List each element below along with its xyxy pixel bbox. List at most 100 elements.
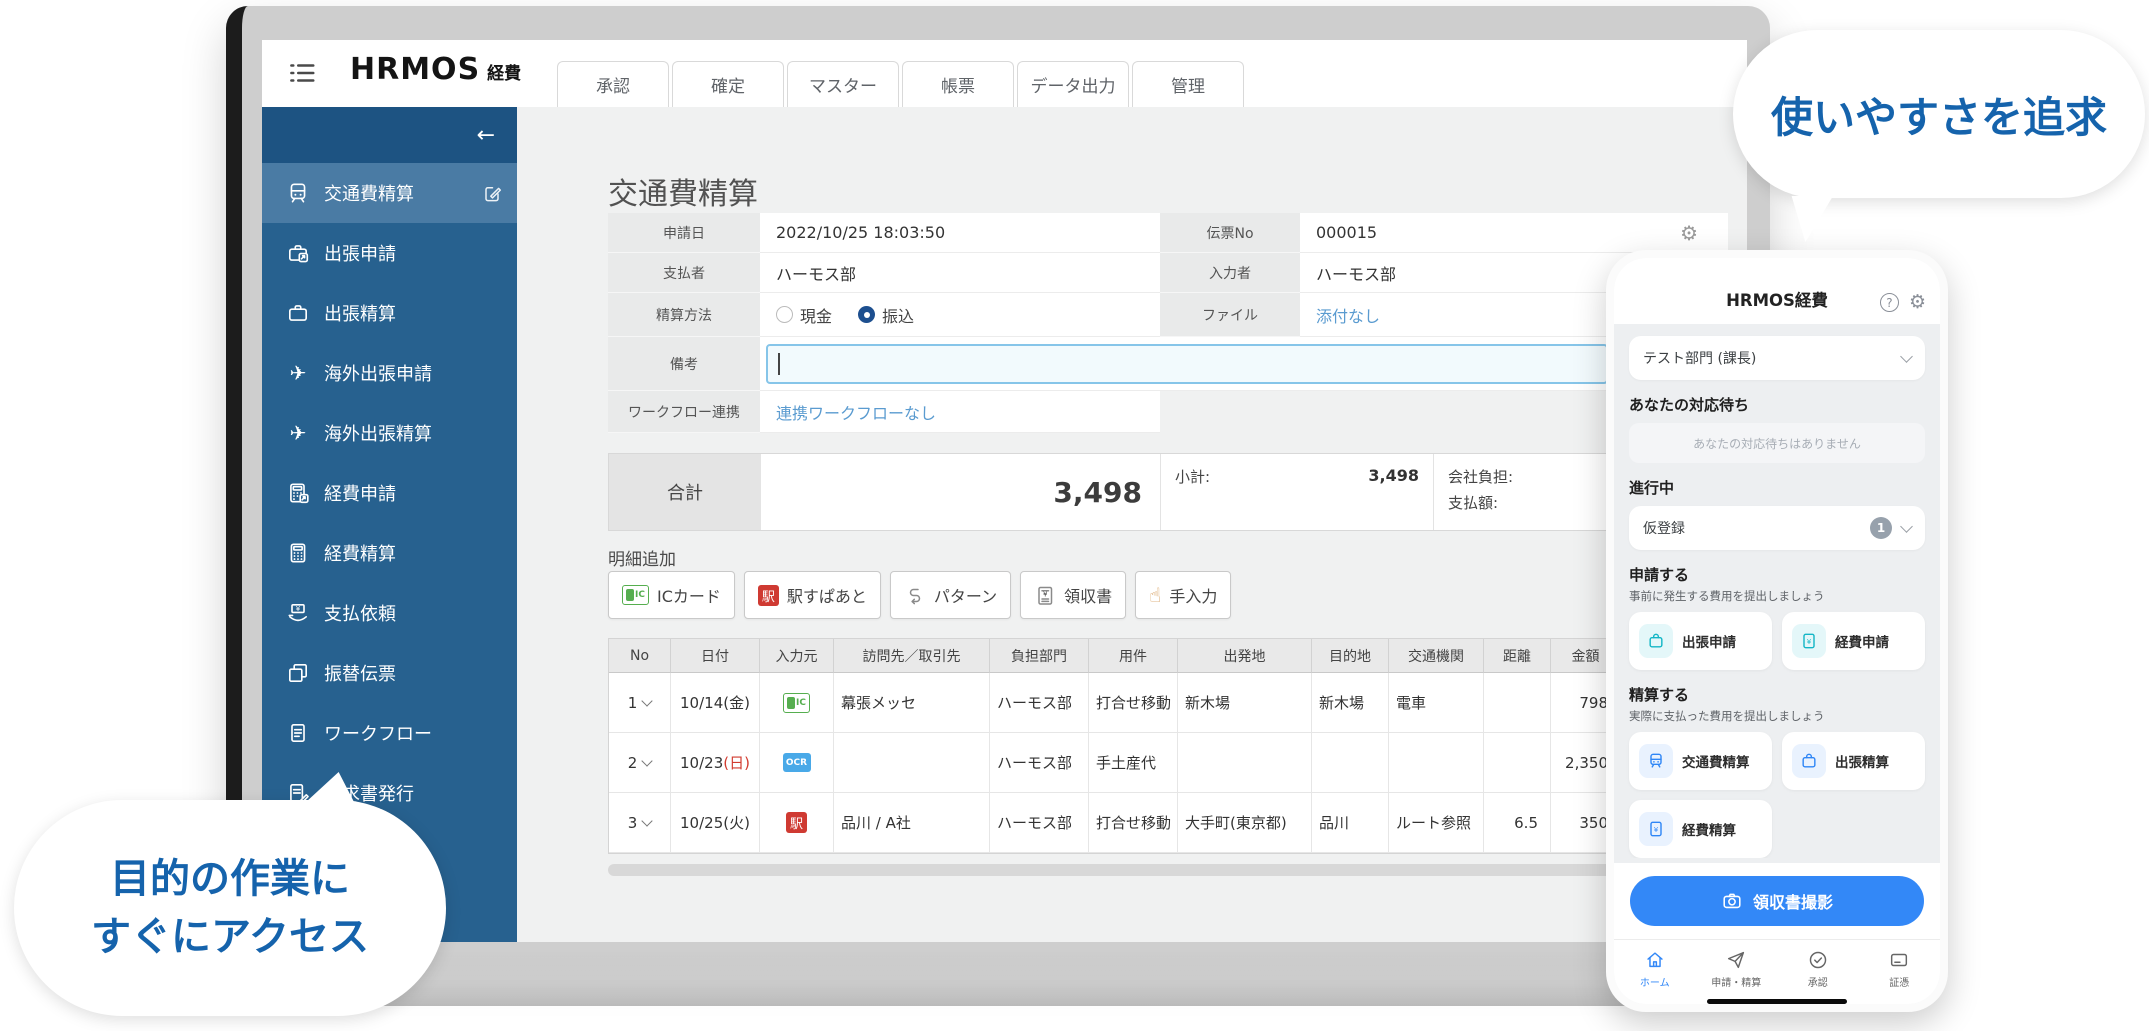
sidebar-item-trip-settle[interactable]: 出張精算: [262, 283, 517, 343]
phone-header: HRMOS経費 ? ⚙: [1614, 258, 1940, 324]
payer-label: 支払者: [608, 253, 760, 293]
phone-screen: HRMOS経費 ? ⚙ テスト部門 (課長) あなたの対応待ち あなたの対応待ち…: [1614, 258, 1940, 1004]
train-icon: [286, 181, 310, 205]
settle-section-title: 精算する: [1629, 684, 1925, 705]
home-icon: [1644, 949, 1666, 971]
sidebar-collapse[interactable]: ←: [262, 107, 517, 163]
payer-value: ハーモス部: [760, 253, 1160, 293]
check-circle-icon: [1807, 949, 1829, 971]
pattern-button[interactable]: パターン: [890, 571, 1011, 619]
radio-transfer-circle[interactable]: [858, 306, 875, 323]
logo-primary: HRMOS: [350, 52, 480, 87]
collapse-arrow-icon: ←: [477, 123, 495, 148]
transport-settle-card[interactable]: 交通費精算: [1629, 732, 1772, 790]
gear-icon[interactable]: ⚙: [1680, 223, 1698, 243]
sidebar-item-trip-apply[interactable]: 出張申請: [262, 223, 517, 283]
remarks-input[interactable]: [766, 344, 1608, 384]
application-date-label: 申請日: [608, 213, 760, 253]
row-expander[interactable]: 3: [609, 793, 671, 853]
detail-add-buttons: IC ICカード 駅 駅すぱあと パターン 領収書 ☝ 手入力: [608, 571, 1231, 619]
file-label: ファイル: [1160, 293, 1300, 337]
tab-report[interactable]: 帳票: [902, 61, 1014, 107]
document-icon: [1792, 624, 1826, 658]
receipt-camera-button[interactable]: 領収書撮影: [1630, 876, 1924, 926]
settle-section-subtitle: 実際に支払った費用を提出しましょう: [1629, 708, 1925, 724]
table-row[interactable]: 1 10/14(金) IC 幕張メッセ ハーモス部 打合せ移動 新木場 新木場 …: [609, 673, 1621, 733]
tab-data-export[interactable]: データ出力: [1017, 61, 1129, 107]
chevron-down-icon: [642, 755, 653, 766]
subtotal-value: 3,498: [1368, 466, 1419, 485]
tab-confirm[interactable]: 確定: [672, 61, 784, 107]
ic-card-button[interactable]: IC ICカード: [608, 571, 735, 619]
nav-approval[interactable]: 承認: [1789, 949, 1847, 989]
sidebar-item-workflow[interactable]: ワークフロー: [262, 703, 517, 763]
totals-bar: 合計 3,498 小計: 3,498 会社負担: 支払額:: [608, 453, 1728, 531]
edit-pencil-icon[interactable]: [481, 182, 503, 204]
row-expander[interactable]: 1: [609, 673, 671, 733]
radio-transfer[interactable]: 振込: [858, 303, 914, 327]
row-expander[interactable]: 2: [609, 733, 671, 793]
pattern-icon: [904, 584, 926, 606]
workflow-icon: [286, 721, 310, 745]
manual-input-button[interactable]: ☝ 手入力: [1135, 571, 1231, 619]
calculator-apply-icon: [286, 481, 310, 505]
expense-apply-card[interactable]: 経費申請: [1782, 612, 1925, 670]
expense-table: No 日付 入力元 訪問先／取引先 負担部門 用件 出発地 目的地 交通機関 距…: [608, 638, 1622, 854]
tab-admin[interactable]: 管理: [1132, 61, 1244, 107]
chevron-down-icon: [642, 815, 653, 826]
help-icon[interactable]: ?: [1880, 293, 1899, 312]
paper-plane-icon: [1725, 949, 1747, 971]
horizontal-scrollbar[interactable]: [608, 864, 1622, 876]
sidebar-item-expense-settle[interactable]: 経費精算: [262, 523, 517, 583]
page-title: 交通費精算: [608, 169, 758, 213]
settings-gear-icon[interactable]: ⚙: [1909, 293, 1926, 312]
expense-settle-card[interactable]: 経費精算: [1629, 800, 1772, 858]
radio-cash-circle[interactable]: [776, 306, 793, 323]
ocr-icon: OCR: [783, 753, 811, 772]
sidebar-item-overseas-apply[interactable]: ✈ 海外出張申請: [262, 343, 517, 403]
progress-status-select[interactable]: 仮登録 1: [1629, 506, 1925, 550]
tab-master[interactable]: マスター: [787, 61, 899, 107]
logo-secondary: 経費: [487, 59, 521, 84]
table-row[interactable]: 2 10/23(日) OCR ハーモス部 手土産代 2,350: [609, 733, 1621, 793]
bag-icon: [1639, 624, 1673, 658]
workflow-link[interactable]: 連携ワークフローなし: [776, 400, 936, 424]
file-attachment-link[interactable]: 添付なし: [1316, 303, 1380, 327]
chevron-down-icon: [642, 695, 653, 706]
sidebar-item-overseas-settle[interactable]: ✈ 海外出張精算: [262, 403, 517, 463]
waiting-section-title: あなたの対応待ち: [1629, 394, 1925, 415]
main-content: 交通費精算 申請日 2022/10/25 18:03:50 伝票No 00001…: [517, 107, 1747, 942]
bubble-tail: [1787, 196, 1833, 242]
top-tabs: 承認 確定 マスター 帳票 データ出力 管理: [557, 61, 1244, 107]
receipt-card-icon: [1888, 949, 1910, 971]
ic-card-icon: IC: [783, 693, 810, 713]
phone-bottom-nav: ホーム 申請・精算 承認 証憑: [1614, 939, 1940, 989]
nav-evidence[interactable]: 証憑: [1870, 949, 1928, 989]
sidebar-item-transport-expense[interactable]: 交通費精算: [262, 163, 517, 223]
tab-approval[interactable]: 承認: [557, 61, 669, 107]
trip-apply-card[interactable]: 出張申請: [1629, 612, 1772, 670]
home-indicator: [1707, 999, 1847, 1004]
remarks-label: 備考: [608, 337, 760, 391]
chevron-down-icon: [1900, 350, 1913, 363]
transfer-slip-icon: [286, 661, 310, 685]
menu-list-icon[interactable]: [286, 58, 318, 88]
nav-apply-settle[interactable]: 申請・精算: [1707, 949, 1765, 989]
plane-icon: ✈: [286, 421, 310, 445]
department-select[interactable]: テスト部門 (課長): [1629, 336, 1925, 380]
receipt-icon: [1034, 584, 1056, 606]
table-row[interactable]: 3 10/25(火) 駅 品川 / A社 ハーモス部 打合せ移動 大手町(東京都…: [609, 793, 1621, 853]
trip-settle-card[interactable]: 出張精算: [1782, 732, 1925, 790]
progress-section-title: 進行中: [1629, 477, 1925, 498]
briefcase-icon: [286, 301, 310, 325]
sidebar-item-transfer-slip[interactable]: 振替伝票: [262, 643, 517, 703]
radio-cash[interactable]: 現金: [776, 303, 832, 327]
plane-apply-icon: ✈: [286, 361, 310, 385]
receipt-button[interactable]: 領収書: [1020, 571, 1126, 619]
ekispert-button[interactable]: 駅 駅すぱあと: [744, 571, 881, 619]
speech-bubble-top: 使いやすさを追求: [1733, 30, 2145, 198]
sidebar-item-expense-apply[interactable]: 経費申請: [262, 463, 517, 523]
workflow-label: ワークフロー連携: [608, 391, 760, 433]
nav-home[interactable]: ホーム: [1626, 949, 1684, 989]
sidebar-item-payment-request[interactable]: 支払依頼: [262, 583, 517, 643]
